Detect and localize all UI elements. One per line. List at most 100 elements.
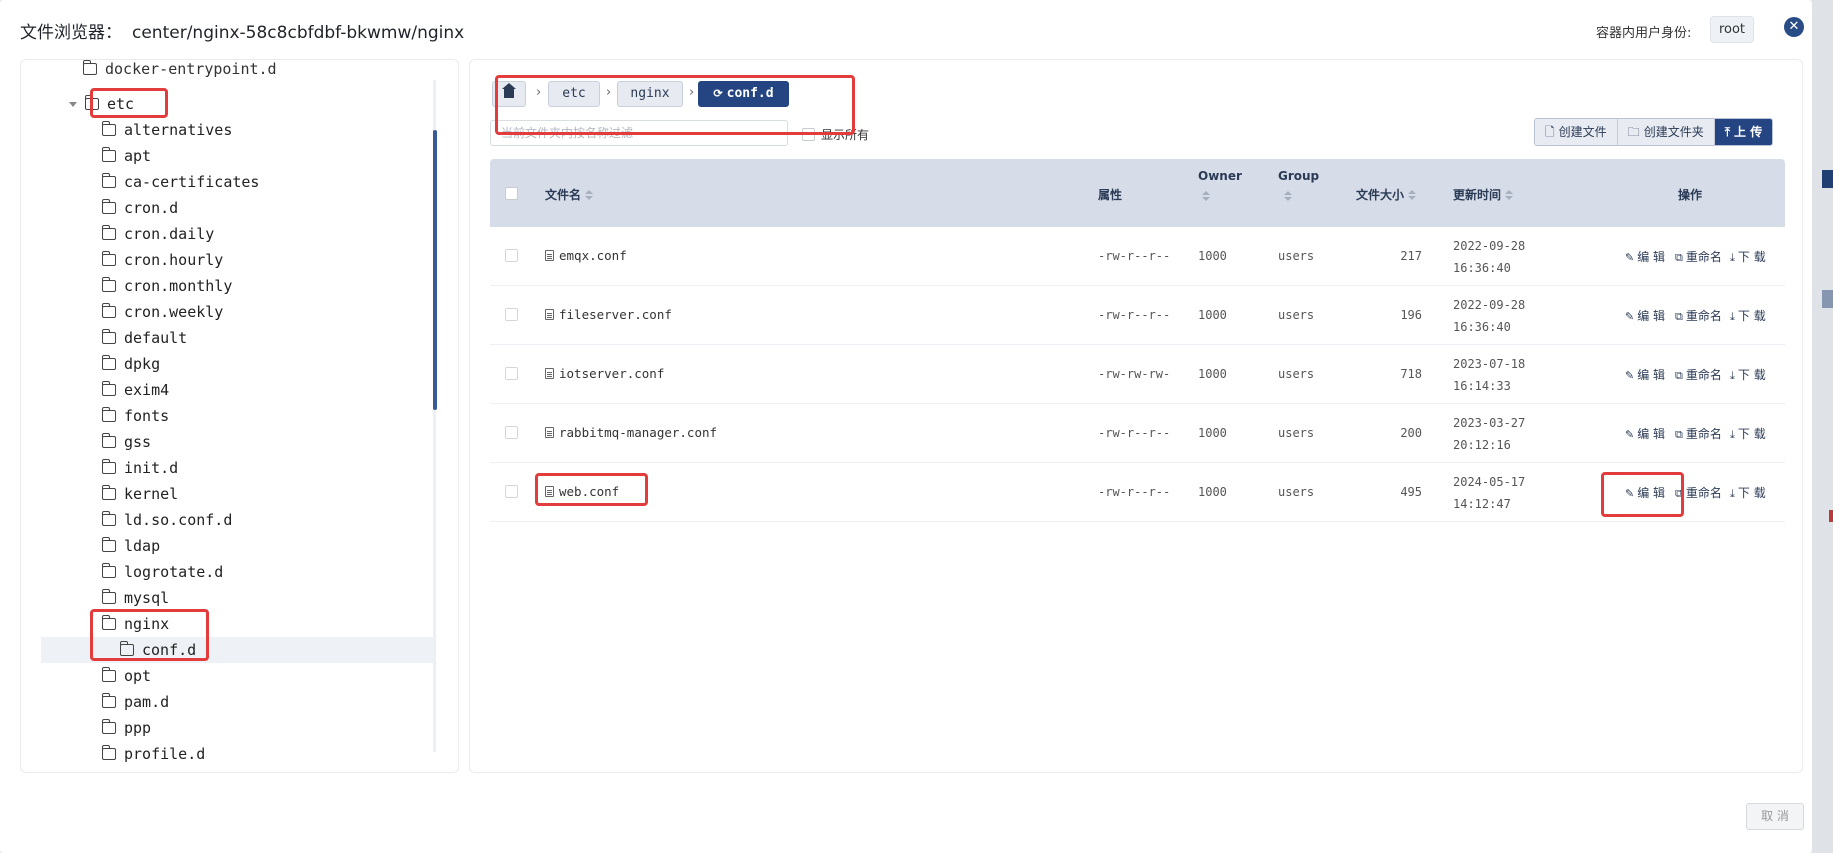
sort-icon[interactable] xyxy=(1202,191,1210,202)
background-page-edge xyxy=(1812,0,1833,853)
tree-item-kernel[interactable]: kernel xyxy=(101,481,178,507)
tree-item-cron-monthly[interactable]: cron.monthly xyxy=(101,273,232,299)
tree-item-etc[interactable]: etc xyxy=(69,91,134,117)
rename-button[interactable]: ⧉ 重命名 xyxy=(1675,248,1722,265)
row-checkbox[interactable] xyxy=(505,367,518,380)
column-header-size[interactable]: 文件大小 xyxy=(1356,186,1417,203)
tree-item-cron-hourly[interactable]: cron.hourly xyxy=(101,247,223,273)
rename-button[interactable]: ⧉ 重命名 xyxy=(1675,366,1722,383)
row-checkbox[interactable] xyxy=(505,485,518,498)
file-name[interactable]: fileserver.conf xyxy=(545,307,672,322)
caret-down-icon[interactable] xyxy=(69,102,77,107)
chevron-right-icon: › xyxy=(689,85,695,100)
close-icon[interactable]: ✕ xyxy=(1784,17,1804,37)
tree-item-ldap[interactable]: ldap xyxy=(101,533,160,559)
row-checkbox[interactable] xyxy=(505,426,518,439)
tree-item-cron-weekly[interactable]: cron.weekly xyxy=(101,299,223,325)
tree-item-partial[interactable]: docker-entrypoint.d xyxy=(82,60,277,82)
table-row: emqx.conf -rw-r--r-- 1000 users 217 2022-09-2… xyxy=(490,227,1785,286)
column-header-group[interactable]: Group xyxy=(1278,169,1319,203)
tree-item-label: ppp xyxy=(124,719,152,737)
tree-item-opt[interactable]: opt xyxy=(101,663,152,689)
file-plus-icon: 🗋 xyxy=(1545,125,1555,139)
column-header-name[interactable]: 文件名 xyxy=(545,186,594,203)
tree-item-init-d[interactable]: init.d xyxy=(101,455,178,481)
edit-icon: ✎ xyxy=(1625,251,1635,264)
edit-button[interactable]: ✎ 编 辑 xyxy=(1625,425,1665,442)
breadcrumb-nginx[interactable]: nginx xyxy=(617,81,683,107)
folder-icon xyxy=(101,303,116,318)
column-header-mtime[interactable]: 更新时间 xyxy=(1453,186,1514,203)
cancel-button[interactable]: 取 消 xyxy=(1746,803,1804,830)
file-size: 196 xyxy=(1400,308,1422,322)
user-identity-badge[interactable]: root xyxy=(1710,16,1754,43)
download-label: 下 载 xyxy=(1737,250,1766,264)
sort-icon[interactable] xyxy=(1505,190,1514,201)
edit-button[interactable]: ✎ 编 辑 xyxy=(1625,484,1665,501)
rename-button[interactable]: ⧉ 重命名 xyxy=(1675,484,1722,501)
show-all-checkbox[interactable]: 显示所有 xyxy=(802,126,869,143)
tree-item-default[interactable]: default xyxy=(101,325,187,351)
tree-item-label: opt xyxy=(124,667,152,685)
rename-button[interactable]: ⧉ 重命名 xyxy=(1675,307,1722,324)
home-icon xyxy=(502,83,516,98)
tree-item-mysql[interactable]: mysql xyxy=(101,585,169,611)
select-all-checkbox[interactable] xyxy=(505,187,518,200)
chevron-right-icon: › xyxy=(606,85,612,100)
download-button[interactable]: ⤓ 下 载 xyxy=(1730,366,1766,383)
tree-item-partial[interactable]: profile.d xyxy=(101,741,205,767)
edit-button[interactable]: ✎ 编 辑 xyxy=(1625,248,1665,265)
tree-scrollbar-thumb[interactable] xyxy=(433,130,437,410)
download-button[interactable]: ⤓ 下 载 xyxy=(1730,425,1766,442)
edit-label: 编 辑 xyxy=(1637,427,1666,441)
tree-item-conf-d[interactable]: conf.d xyxy=(41,637,433,663)
rename-button[interactable]: ⧉ 重命名 xyxy=(1675,425,1722,442)
sort-icon[interactable] xyxy=(1408,190,1417,201)
download-icon: ⤓ xyxy=(1730,428,1735,441)
tree-item-cron-d[interactable]: cron.d xyxy=(101,195,178,221)
tree-item-exim4[interactable]: exim4 xyxy=(101,377,169,403)
file-name[interactable]: iotserver.conf xyxy=(545,366,664,381)
upload-label: 上 传 xyxy=(1734,125,1763,139)
breadcrumb-etc[interactable]: etc xyxy=(548,81,600,107)
create-folder-label: 创建文件夹 xyxy=(1643,125,1704,139)
download-button[interactable]: ⤓ 下 载 xyxy=(1730,484,1766,501)
checkbox-icon[interactable] xyxy=(802,128,815,141)
edit-button[interactable]: ✎ 编 辑 xyxy=(1625,307,1665,324)
create-folder-button[interactable]: 🗀 创建文件夹 xyxy=(1617,119,1715,145)
file-permissions: -rw-rw-rw- xyxy=(1098,367,1171,381)
tree-item-cron-daily[interactable]: cron.daily xyxy=(101,221,214,247)
row-checkbox[interactable] xyxy=(505,308,518,321)
column-header-owner[interactable]: Owner xyxy=(1198,169,1242,203)
tree-item-label: pam.d xyxy=(124,693,170,711)
tree-item-alternatives[interactable]: alternatives xyxy=(101,117,232,143)
upload-button[interactable]: ⤒ 上 传 xyxy=(1714,119,1773,145)
tree-item-pam-d[interactable]: pam.d xyxy=(101,689,170,715)
tree-item-ld-so-conf-d[interactable]: ld.so.conf.d xyxy=(101,507,232,533)
tree-item-nginx[interactable]: nginx xyxy=(101,611,169,637)
tree-item-fonts[interactable]: fonts xyxy=(101,403,169,429)
table-row: web.conf -rw-r--r-- 1000 users 495 2024-05-17… xyxy=(490,463,1785,522)
sort-icon[interactable] xyxy=(585,190,594,201)
sort-icon[interactable] xyxy=(1284,191,1292,202)
tree-item-dpkg[interactable]: dpkg xyxy=(101,351,160,377)
edit-icon: ✎ xyxy=(1625,310,1635,323)
download-button[interactable]: ⤓ 下 载 xyxy=(1730,248,1766,265)
breadcrumb-home[interactable] xyxy=(492,81,526,107)
tree-item-ppp[interactable]: ppp xyxy=(101,715,152,741)
create-file-button[interactable]: 🗋 创建文件 xyxy=(1535,119,1618,145)
file-name[interactable]: rabbitmq-manager.conf xyxy=(545,425,717,440)
tree-item-ca-certificates[interactable]: ca-certificates xyxy=(101,169,259,195)
edit-button[interactable]: ✎ 编 辑 xyxy=(1625,366,1665,383)
breadcrumb-current[interactable]: ⟳ conf.d xyxy=(698,81,789,107)
file-name[interactable]: emqx.conf xyxy=(545,248,627,263)
file-owner: 1000 xyxy=(1198,249,1227,263)
tree-item-gss[interactable]: gss xyxy=(101,429,151,455)
file-name[interactable]: web.conf xyxy=(545,484,619,499)
tree-item-logrotate-d[interactable]: logrotate.d xyxy=(101,559,223,585)
filter-input[interactable]: 当前文件夹内按名称过滤 xyxy=(490,120,788,146)
tree-item-apt[interactable]: apt xyxy=(101,143,151,169)
column-header-label: 文件名 xyxy=(545,188,582,202)
download-button[interactable]: ⤓ 下 载 xyxy=(1730,307,1766,324)
row-checkbox[interactable] xyxy=(505,249,518,262)
